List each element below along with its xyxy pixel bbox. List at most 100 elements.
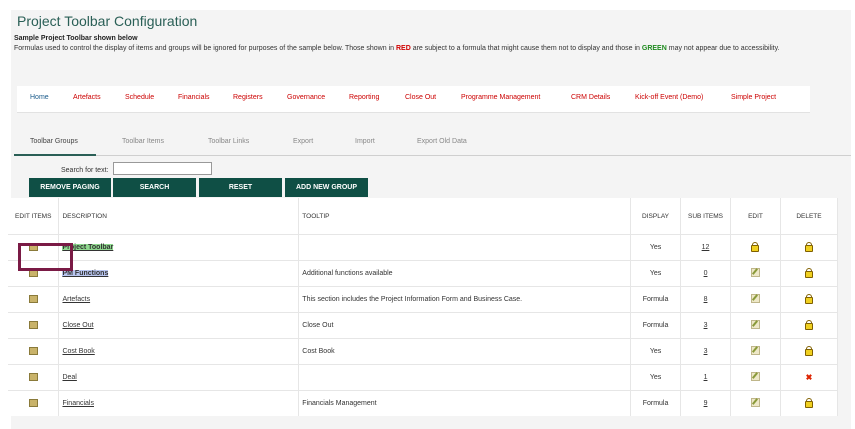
display-cell: Formula [630,286,682,313]
menu-item-close-out[interactable]: Close Out [405,94,436,101]
edit-cell [730,286,781,313]
lock-icon[interactable] [804,293,813,304]
sub-items-link[interactable]: 1 [704,374,708,381]
reset-button[interactable]: RESET [199,178,282,197]
lock-icon[interactable] [804,319,813,330]
lock-icon[interactable] [804,397,813,408]
notice-green-word: GREEN [641,45,667,52]
tab-toolbar-items[interactable]: Toolbar Items [122,138,164,145]
edit-items-icon[interactable] [28,320,38,329]
menu-item-programme-management[interactable]: Programme Management [461,94,540,101]
pencil-icon[interactable] [750,398,760,407]
description-link[interactable]: Artefacts [62,296,90,303]
description-link[interactable]: Financials [62,400,94,407]
header-edit[interactable]: EDIT [730,198,781,235]
sub-items-link[interactable]: 3 [704,322,708,329]
menu-item-crm-details[interactable]: CRM Details [571,94,610,101]
tab-export-old-data[interactable]: Export Old Data [417,138,467,145]
menu-item-financials[interactable]: Financials [178,94,210,101]
edit-items-icon[interactable] [28,372,38,381]
edit-items-icon[interactable] [28,346,38,355]
description-link[interactable]: Deal [62,374,76,381]
description-link[interactable]: Close Out [62,322,93,329]
header-edit-items[interactable]: EDIT ITEMS [8,198,60,235]
description-cell: Deal [58,364,300,391]
pencil-icon[interactable] [750,320,760,329]
pencil-icon[interactable] [750,268,760,277]
sub-items-link[interactable]: 3 [704,348,708,355]
header-description[interactable]: DESCRIPTION [58,198,300,235]
edit-items-cell [8,390,60,416]
edit-items-icon[interactable] [28,294,38,303]
sample-toolbar: Home Artefacts Schedule Financials Regis… [17,86,810,113]
lock-icon[interactable] [804,241,813,252]
lock-icon[interactable] [804,345,813,356]
toolbar-groups-table: EDIT ITEMS DESCRIPTION TOOLTIP DISPLAY S… [8,198,839,416]
pencil-icon[interactable] [750,372,760,381]
tab-toolbar-groups[interactable]: Toolbar Groups [30,138,78,145]
tooltip-cell: This section includes the Project Inform… [298,286,632,313]
description-cell: Project Toolbar [58,234,300,261]
description-cell: Artefacts [58,286,300,313]
delete-cell [780,260,839,287]
search-button[interactable]: SEARCH [113,178,196,197]
menu-item-schedule[interactable]: Schedule [125,94,154,101]
sub-items-cell: 12 [680,234,731,261]
header-sub-items[interactable]: SUB ITEMS [680,198,731,235]
add-new-group-button[interactable]: ADD NEW GROUP [285,178,368,197]
menu-item-reporting[interactable]: Reporting [349,94,379,101]
display-cell: Yes [630,260,682,287]
notice-part-3: may not appear due to accessibility. [666,45,780,52]
sub-items-cell: 0 [680,260,731,287]
sub-items-link[interactable]: 12 [702,244,710,251]
lock-icon[interactable] [751,241,760,252]
tab-import[interactable]: Import [355,138,375,145]
search-input[interactable] [113,162,212,175]
header-display[interactable]: DISPLAY [630,198,682,235]
menu-item-simple-project[interactable]: Simple Project [731,94,776,101]
display-cell: Yes [630,234,682,261]
sub-items-link[interactable]: 0 [704,270,708,277]
menu-item-registers[interactable]: Registers [233,94,263,101]
description-link[interactable]: PM Functions [62,270,109,277]
pencil-icon[interactable] [750,294,760,303]
display-cell: Yes [630,338,682,365]
menu-item-home[interactable]: Home [30,94,49,101]
tooltip-cell: Additional functions available [298,260,632,287]
delete-cell [780,312,839,339]
tooltip-cell: Close Out [298,312,632,339]
tab-bar: Toolbar Groups Toolbar Items Toolbar Lin… [14,135,851,156]
menu-item-governance[interactable]: Governance [287,94,325,101]
x-icon[interactable]: ✖ [806,373,813,382]
edit-cell [730,390,781,416]
header-tooltip[interactable]: TOOLTIP [298,198,632,235]
description-link[interactable]: Cost Book [62,348,94,355]
pencil-icon[interactable] [750,346,760,355]
menu-item-artefacts[interactable]: Artefacts [73,94,101,101]
edit-items-icon[interactable] [28,398,38,407]
edit-cell [730,312,781,339]
page-title: Project Toolbar Configuration [17,13,198,29]
sub-items-link[interactable]: 8 [704,296,708,303]
table-header-row: EDIT ITEMS DESCRIPTION TOOLTIP DISPLAY S… [8,198,839,235]
edit-items-cell [8,312,60,339]
menu-item-kick-off-event[interactable]: Kick-off Event (Demo) [635,94,703,101]
table-row: Close Out Close Out Formula 3 [8,312,839,339]
edit-items-cell [8,286,60,313]
tooltip-cell: Cost Book [298,338,632,365]
delete-cell [780,390,839,416]
edit-cell [730,234,781,261]
tab-toolbar-links[interactable]: Toolbar Links [208,138,249,145]
lock-icon[interactable] [804,267,813,278]
table-row: PM Functions Additional functions availab… [8,260,839,287]
sub-items-link[interactable]: 9 [704,400,708,407]
tab-export[interactable]: Export [293,138,313,145]
table-body: Project Toolbar Yes 12 PM Functions Addition… [8,234,839,416]
header-delete[interactable]: DELETE [780,198,839,235]
notice-part-2: are subject to a formula that might caus… [410,45,642,52]
edit-cell [730,338,781,365]
sub-items-cell: 9 [680,390,731,416]
remove-paging-button[interactable]: REMOVE PAGING [29,178,111,197]
table-row: Deal Yes 1 ✖ [8,364,839,391]
delete-cell: ✖ [780,364,839,391]
